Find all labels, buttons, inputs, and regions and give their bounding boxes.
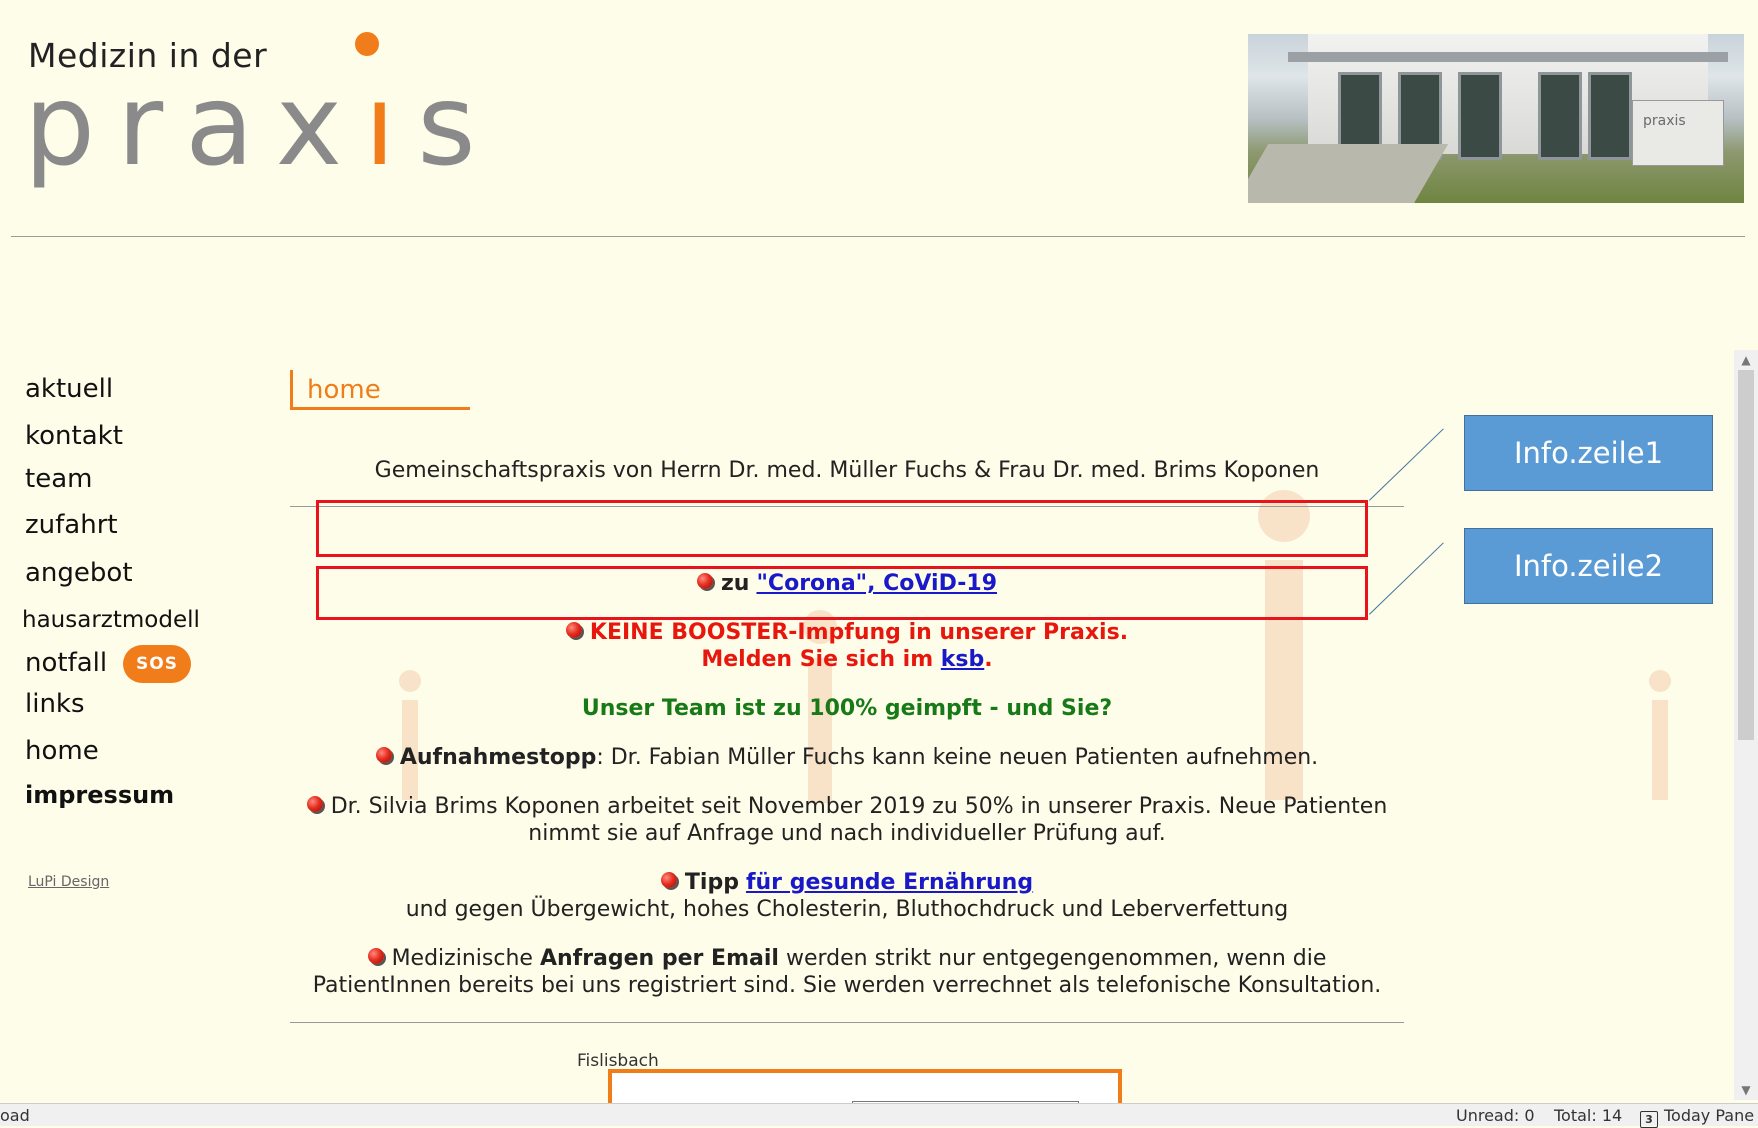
nutrition-link[interactable]: für gesunde Ernährung: [746, 870, 1033, 895]
building-photo: praxis: [1248, 34, 1744, 203]
scroll-thumb[interactable]: [1738, 370, 1754, 740]
practice-intro: Gemeinschaftspraxis von Herrn Dr. med. M…: [374, 458, 1320, 483]
sos-badge[interactable]: SOS: [123, 645, 191, 683]
calendar-icon: 3: [1640, 1111, 1658, 1128]
booster-suffix: .: [984, 647, 993, 672]
today-pane-label: Today Pane: [1664, 1106, 1755, 1125]
team-vaccinated: Unser Team ist zu 100% geimpft - und Sie…: [581, 696, 1113, 721]
silvia-text-1: Dr. Silvia Brims Koponen arbeitet seit N…: [330, 794, 1388, 819]
booster-line-1: KEINE BOOSTER-Impfung in unserer Praxis.: [290, 619, 1404, 646]
email-pre: Medizinische: [391, 946, 533, 971]
logo-wordmark-suffix: s: [417, 61, 498, 191]
logo-wordmark-i: ı: [364, 61, 418, 191]
admission-stop-text: : Dr. Fabian Müller Fuchs kann keine neu…: [596, 745, 1319, 770]
watermark-i-4: [1630, 670, 1690, 805]
email-line-1: Medizinische Anfragen per Email werden s…: [290, 945, 1404, 972]
info-zeile2-highlight: [316, 566, 1368, 620]
nav-zufahrt[interactable]: zufahrt: [25, 510, 118, 540]
bullet-icon: [367, 948, 384, 964]
logo-dot: [355, 32, 379, 56]
nav-angebot[interactable]: angebot: [25, 558, 133, 588]
nav-home[interactable]: home: [25, 736, 99, 766]
email-line-2: PatientInnen bereits bei uns registriert…: [312, 973, 1382, 998]
silvia-line-1: Dr. Silvia Brims Koponen arbeitet seit N…: [290, 793, 1404, 820]
nav-team[interactable]: team: [25, 464, 92, 494]
email-bold: Anfragen per Email: [539, 946, 779, 971]
status-total: Total: 14: [1554, 1106, 1623, 1125]
watermark-i-1: [380, 670, 440, 805]
scroll-up-arrow-icon[interactable]: ▲: [1734, 350, 1758, 370]
bullet-icon: [660, 872, 677, 888]
admission-stop-label: Aufnahmestopp: [399, 745, 597, 770]
status-unread: Unread: 0: [1456, 1106, 1535, 1125]
booster-prefix: Melden Sie sich im: [701, 647, 934, 672]
status-bar: oad Unread: 0 Total: 14 3 Today Pane: [0, 1103, 1758, 1128]
page-title: home: [290, 370, 470, 410]
logo-wordmark-prefix: prax: [24, 61, 365, 191]
booster-line-2: Melden Sie sich im ksb.: [290, 646, 1404, 673]
tipp-line-1: Tipp für gesunde Ernährung: [290, 869, 1404, 896]
bullet-icon: [375, 747, 392, 763]
praxis-logo: Medizin in der praxıs: [24, 30, 475, 200]
callout-info-zeile2: Info.zeile2: [1464, 528, 1713, 604]
booster-text: KEINE BOOSTER-Impfung in unserer Praxis.: [589, 620, 1129, 645]
nav-impressum[interactable]: impressum: [25, 781, 174, 809]
content-divider: [290, 1022, 1404, 1023]
header-divider: [11, 236, 1745, 237]
ksb-link[interactable]: ksb: [941, 647, 984, 672]
building-sign: praxis: [1632, 100, 1724, 166]
admission-stop: Aufnahmestopp: Dr. Fabian Müller Fuchs k…: [290, 744, 1404, 771]
email-post: werden strikt nur entgegengenommen, wenn…: [785, 946, 1327, 971]
tipp-line-2: und gegen Übergewicht, hohes Cholesterin…: [405, 897, 1289, 922]
vertical-scrollbar[interactable]: ▲ ▼: [1734, 350, 1758, 1100]
bullet-icon: [565, 622, 582, 638]
callout-info-zeile1: Info.zeile1: [1464, 415, 1713, 491]
nav-kontakt[interactable]: kontakt: [25, 421, 123, 451]
info-zeile1-highlight: [316, 500, 1368, 557]
nav-hausarztmodell[interactable]: hausarztmodell: [22, 607, 200, 633]
map-label: Fislisbach: [577, 1051, 659, 1071]
scroll-down-arrow-icon[interactable]: ▼: [1734, 1080, 1758, 1100]
nav-notfall[interactable]: notfall: [25, 648, 107, 678]
bullet-icon: [306, 796, 323, 812]
logo-wordmark: praxıs: [24, 70, 498, 182]
nav-links[interactable]: links: [25, 689, 85, 719]
status-left-text: oad: [0, 1106, 30, 1125]
silvia-line-2: nimmt sie auf Anfrage und nach individue…: [528, 821, 1166, 846]
tipp-label: Tipp: [684, 870, 739, 895]
nav-aktuell[interactable]: aktuell: [25, 374, 113, 404]
credit-link[interactable]: LuPi Design: [28, 874, 109, 890]
